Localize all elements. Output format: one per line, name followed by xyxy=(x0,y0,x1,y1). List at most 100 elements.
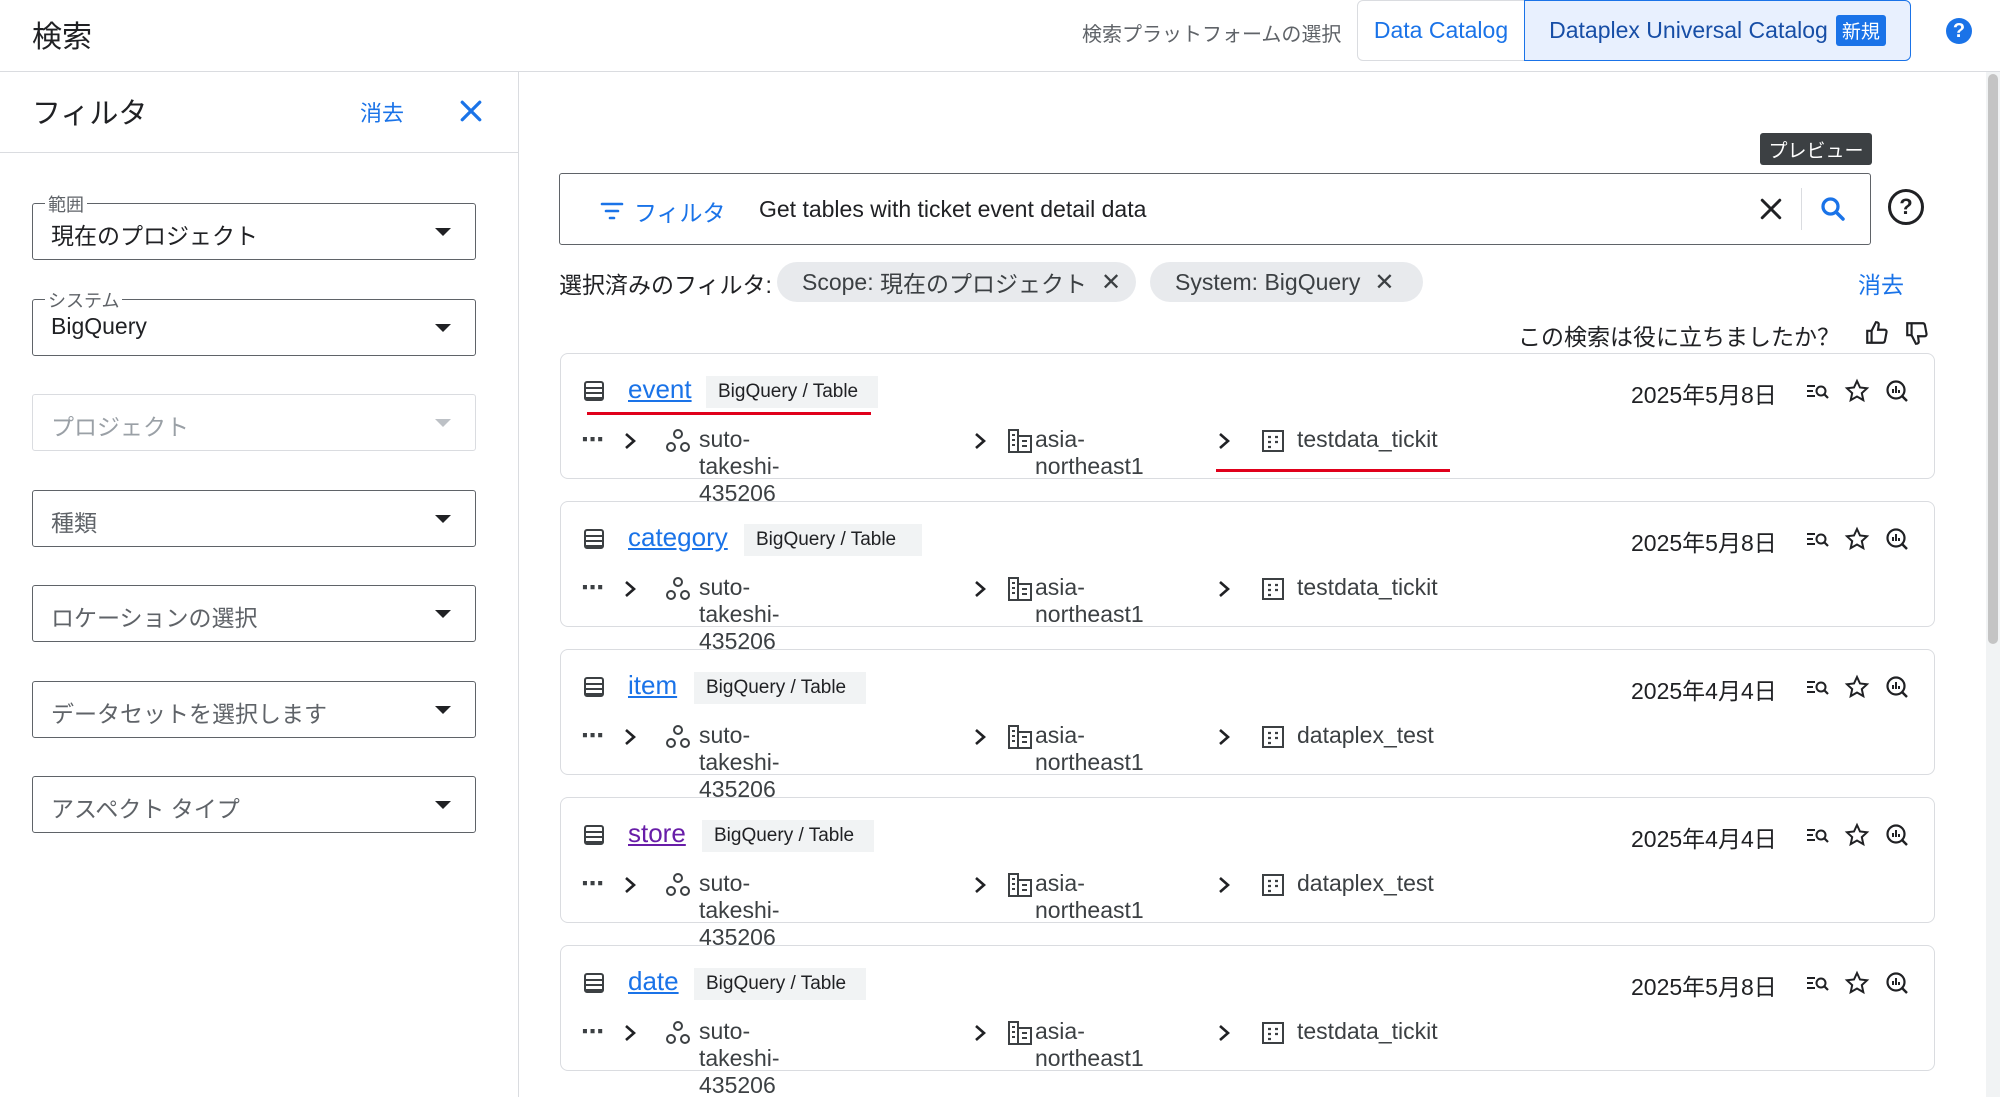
chevron-right-icon xyxy=(1217,874,1231,901)
breadcrumb-location[interactable]: asia-northeast1 xyxy=(1035,426,1144,480)
star-icon[interactable] xyxy=(1844,526,1870,552)
project-select-placeholder: プロジェクト xyxy=(51,414,189,440)
tab-dataplex-label: Dataplex Universal Catalog xyxy=(1549,17,1828,43)
preview-icon[interactable] xyxy=(1804,674,1830,700)
tab-dataplex-universal-catalog[interactable]: Dataplex Universal Catalog 新規 xyxy=(1524,0,1911,61)
breadcrumb-location[interactable]: asia-northeast1 xyxy=(1035,1018,1144,1072)
result-card[interactable]: store BigQuery / Table 2025年4月4日 ⋯ suto-take… xyxy=(560,797,1935,950)
scrollbar-thumb[interactable] xyxy=(1988,74,1998,644)
result-card[interactable]: category BigQuery / Table 2025年5月8日 ⋯ suto-t… xyxy=(560,501,1935,654)
breadcrumb-ellipsis[interactable]: ⋯ xyxy=(581,426,604,453)
result-card[interactable]: event BigQuery / Table 2025年5月8日 ⋯ suto-take… xyxy=(560,353,1935,506)
breadcrumb-ellipsis[interactable]: ⋯ xyxy=(581,870,604,897)
kind-select-placeholder: 種類 xyxy=(51,510,97,536)
breadcrumb-dataset[interactable]: testdata_tickit xyxy=(1297,426,1438,453)
result-name-link[interactable]: item xyxy=(628,670,677,701)
location-icon xyxy=(1007,872,1033,904)
platform-select-label: 検索プラットフォームの選択 xyxy=(1082,24,1342,46)
chevron-right-icon xyxy=(973,1022,987,1049)
kind-select[interactable]: 種類 xyxy=(32,490,476,547)
thumbs-down-icon[interactable] xyxy=(1904,320,1930,346)
insights-icon[interactable] xyxy=(1884,526,1910,552)
search-input[interactable]: Get tables with ticket event detail data xyxy=(759,196,1146,223)
dataset-select-placeholder: データセットを選択します xyxy=(51,701,327,727)
aspect-type-select[interactable]: アスペクト タイプ xyxy=(32,776,476,833)
breadcrumb-dataset[interactable]: dataplex_test xyxy=(1297,870,1434,897)
filter-clear-button[interactable]: 消去 xyxy=(360,96,404,128)
location-icon xyxy=(1007,576,1033,608)
breadcrumb-dataset[interactable]: testdata_tickit xyxy=(1297,1018,1438,1045)
breadcrumb-project[interactable]: suto-takeshi-435206 xyxy=(699,426,780,507)
result-card[interactable]: item BigQuery / Table 2025年4月4日 ⋯ suto-takes… xyxy=(560,649,1935,802)
chevron-down-icon xyxy=(435,610,451,618)
breadcrumb-location[interactable]: asia-northeast1 xyxy=(1035,574,1144,628)
breadcrumb-project[interactable]: suto-takeshi-435206 xyxy=(699,722,780,803)
selected-filters-clear-button[interactable]: 消去 xyxy=(1858,266,1904,300)
breadcrumb-dataset[interactable]: testdata_tickit xyxy=(1297,574,1438,601)
chevron-right-icon xyxy=(623,578,637,605)
preview-icon[interactable] xyxy=(1804,822,1830,848)
breadcrumb-ellipsis[interactable]: ⋯ xyxy=(581,574,604,601)
search-divider xyxy=(1801,188,1802,230)
top-bar: 検索 検索プラットフォームの選択 Data Catalog Dataplex U… xyxy=(0,0,2000,72)
star-icon[interactable] xyxy=(1844,822,1870,848)
scope-select[interactable]: 範囲 現在のプロジェクト xyxy=(32,191,476,260)
breadcrumb-ellipsis[interactable]: ⋯ xyxy=(581,1018,604,1045)
tab-data-catalog[interactable]: Data Catalog xyxy=(1357,0,1525,61)
thumbs-up-icon[interactable] xyxy=(1864,320,1890,346)
result-card[interactable]: date BigQuery / Table 2025年5月8日 ⋯ suto-takes… xyxy=(560,945,1935,1098)
preview-icon[interactable] xyxy=(1804,526,1830,552)
breadcrumb-project[interactable]: suto-takeshi-435206 xyxy=(699,870,780,951)
help-icon[interactable]: ? xyxy=(1946,18,1972,44)
result-name-link[interactable]: event xyxy=(628,374,692,405)
search-help-icon[interactable]: ? xyxy=(1888,189,1924,225)
insights-icon[interactable] xyxy=(1884,970,1910,996)
result-type-badge: BigQuery / Table xyxy=(694,968,866,1000)
selected-filters-label: 選択済みのフィルタ: xyxy=(559,272,772,298)
table-icon xyxy=(583,972,605,994)
scrollbar[interactable] xyxy=(1986,72,2000,1097)
dataset-icon xyxy=(1261,1021,1285,1051)
filter-chip-system-key: System: xyxy=(1175,268,1259,295)
preview-icon[interactable] xyxy=(1804,378,1830,404)
filter-chip-system[interactable]: System: BigQuery ✕ xyxy=(1150,262,1423,302)
breadcrumb-dataset[interactable]: dataplex_test xyxy=(1297,722,1434,749)
breadcrumb-location[interactable]: asia-northeast1 xyxy=(1035,870,1144,924)
dataset-select[interactable]: データセットを選択します xyxy=(32,681,476,738)
chevron-right-icon xyxy=(623,726,637,753)
preview-icon[interactable] xyxy=(1804,970,1830,996)
close-icon[interactable]: ✕ xyxy=(1101,268,1121,297)
insights-icon[interactable] xyxy=(1884,674,1910,700)
close-icon[interactable] xyxy=(456,96,486,126)
star-icon[interactable] xyxy=(1844,378,1870,404)
search-bar[interactable]: フィルタ Get tables with ticket event detail… xyxy=(559,173,1871,245)
chevron-right-icon xyxy=(623,1022,637,1049)
filter-chip-scope[interactable]: Scope: 現在のプロジェクト ✕ xyxy=(777,262,1136,302)
insights-icon[interactable] xyxy=(1884,822,1910,848)
close-icon[interactable]: ✕ xyxy=(1374,268,1394,297)
breadcrumb-location[interactable]: asia-northeast1 xyxy=(1035,722,1144,776)
result-name-link[interactable]: date xyxy=(628,966,679,997)
scope-select-value: 現在のプロジェクト xyxy=(51,223,258,249)
search-icon[interactable] xyxy=(1818,194,1848,224)
result-type-badge: BigQuery / Table xyxy=(702,820,874,852)
breadcrumb-project[interactable]: suto-takeshi-435206 xyxy=(699,1018,780,1099)
project-select: プロジェクト xyxy=(32,394,476,451)
breadcrumb-ellipsis[interactable]: ⋯ xyxy=(581,722,604,749)
project-icon xyxy=(665,724,691,756)
location-select[interactable]: ロケーションの選択 xyxy=(32,585,476,642)
search-filter-button[interactable]: フィルタ xyxy=(600,194,726,228)
scope-select-label: 範囲 xyxy=(45,191,87,217)
chevron-right-icon xyxy=(973,874,987,901)
result-name-link[interactable]: store xyxy=(628,818,686,849)
insights-icon[interactable] xyxy=(1884,378,1910,404)
clear-search-icon[interactable] xyxy=(1756,194,1786,224)
location-select-placeholder: ロケーションの選択 xyxy=(51,605,258,631)
dataset-icon xyxy=(1261,873,1285,903)
star-icon[interactable] xyxy=(1844,970,1870,996)
breadcrumb-project[interactable]: suto-takeshi-435206 xyxy=(699,574,780,655)
star-icon[interactable] xyxy=(1844,674,1870,700)
system-select[interactable]: システム BigQuery xyxy=(32,287,476,356)
result-name-link[interactable]: category xyxy=(628,522,728,553)
preview-tooltip: プレビュー xyxy=(1760,133,1872,165)
